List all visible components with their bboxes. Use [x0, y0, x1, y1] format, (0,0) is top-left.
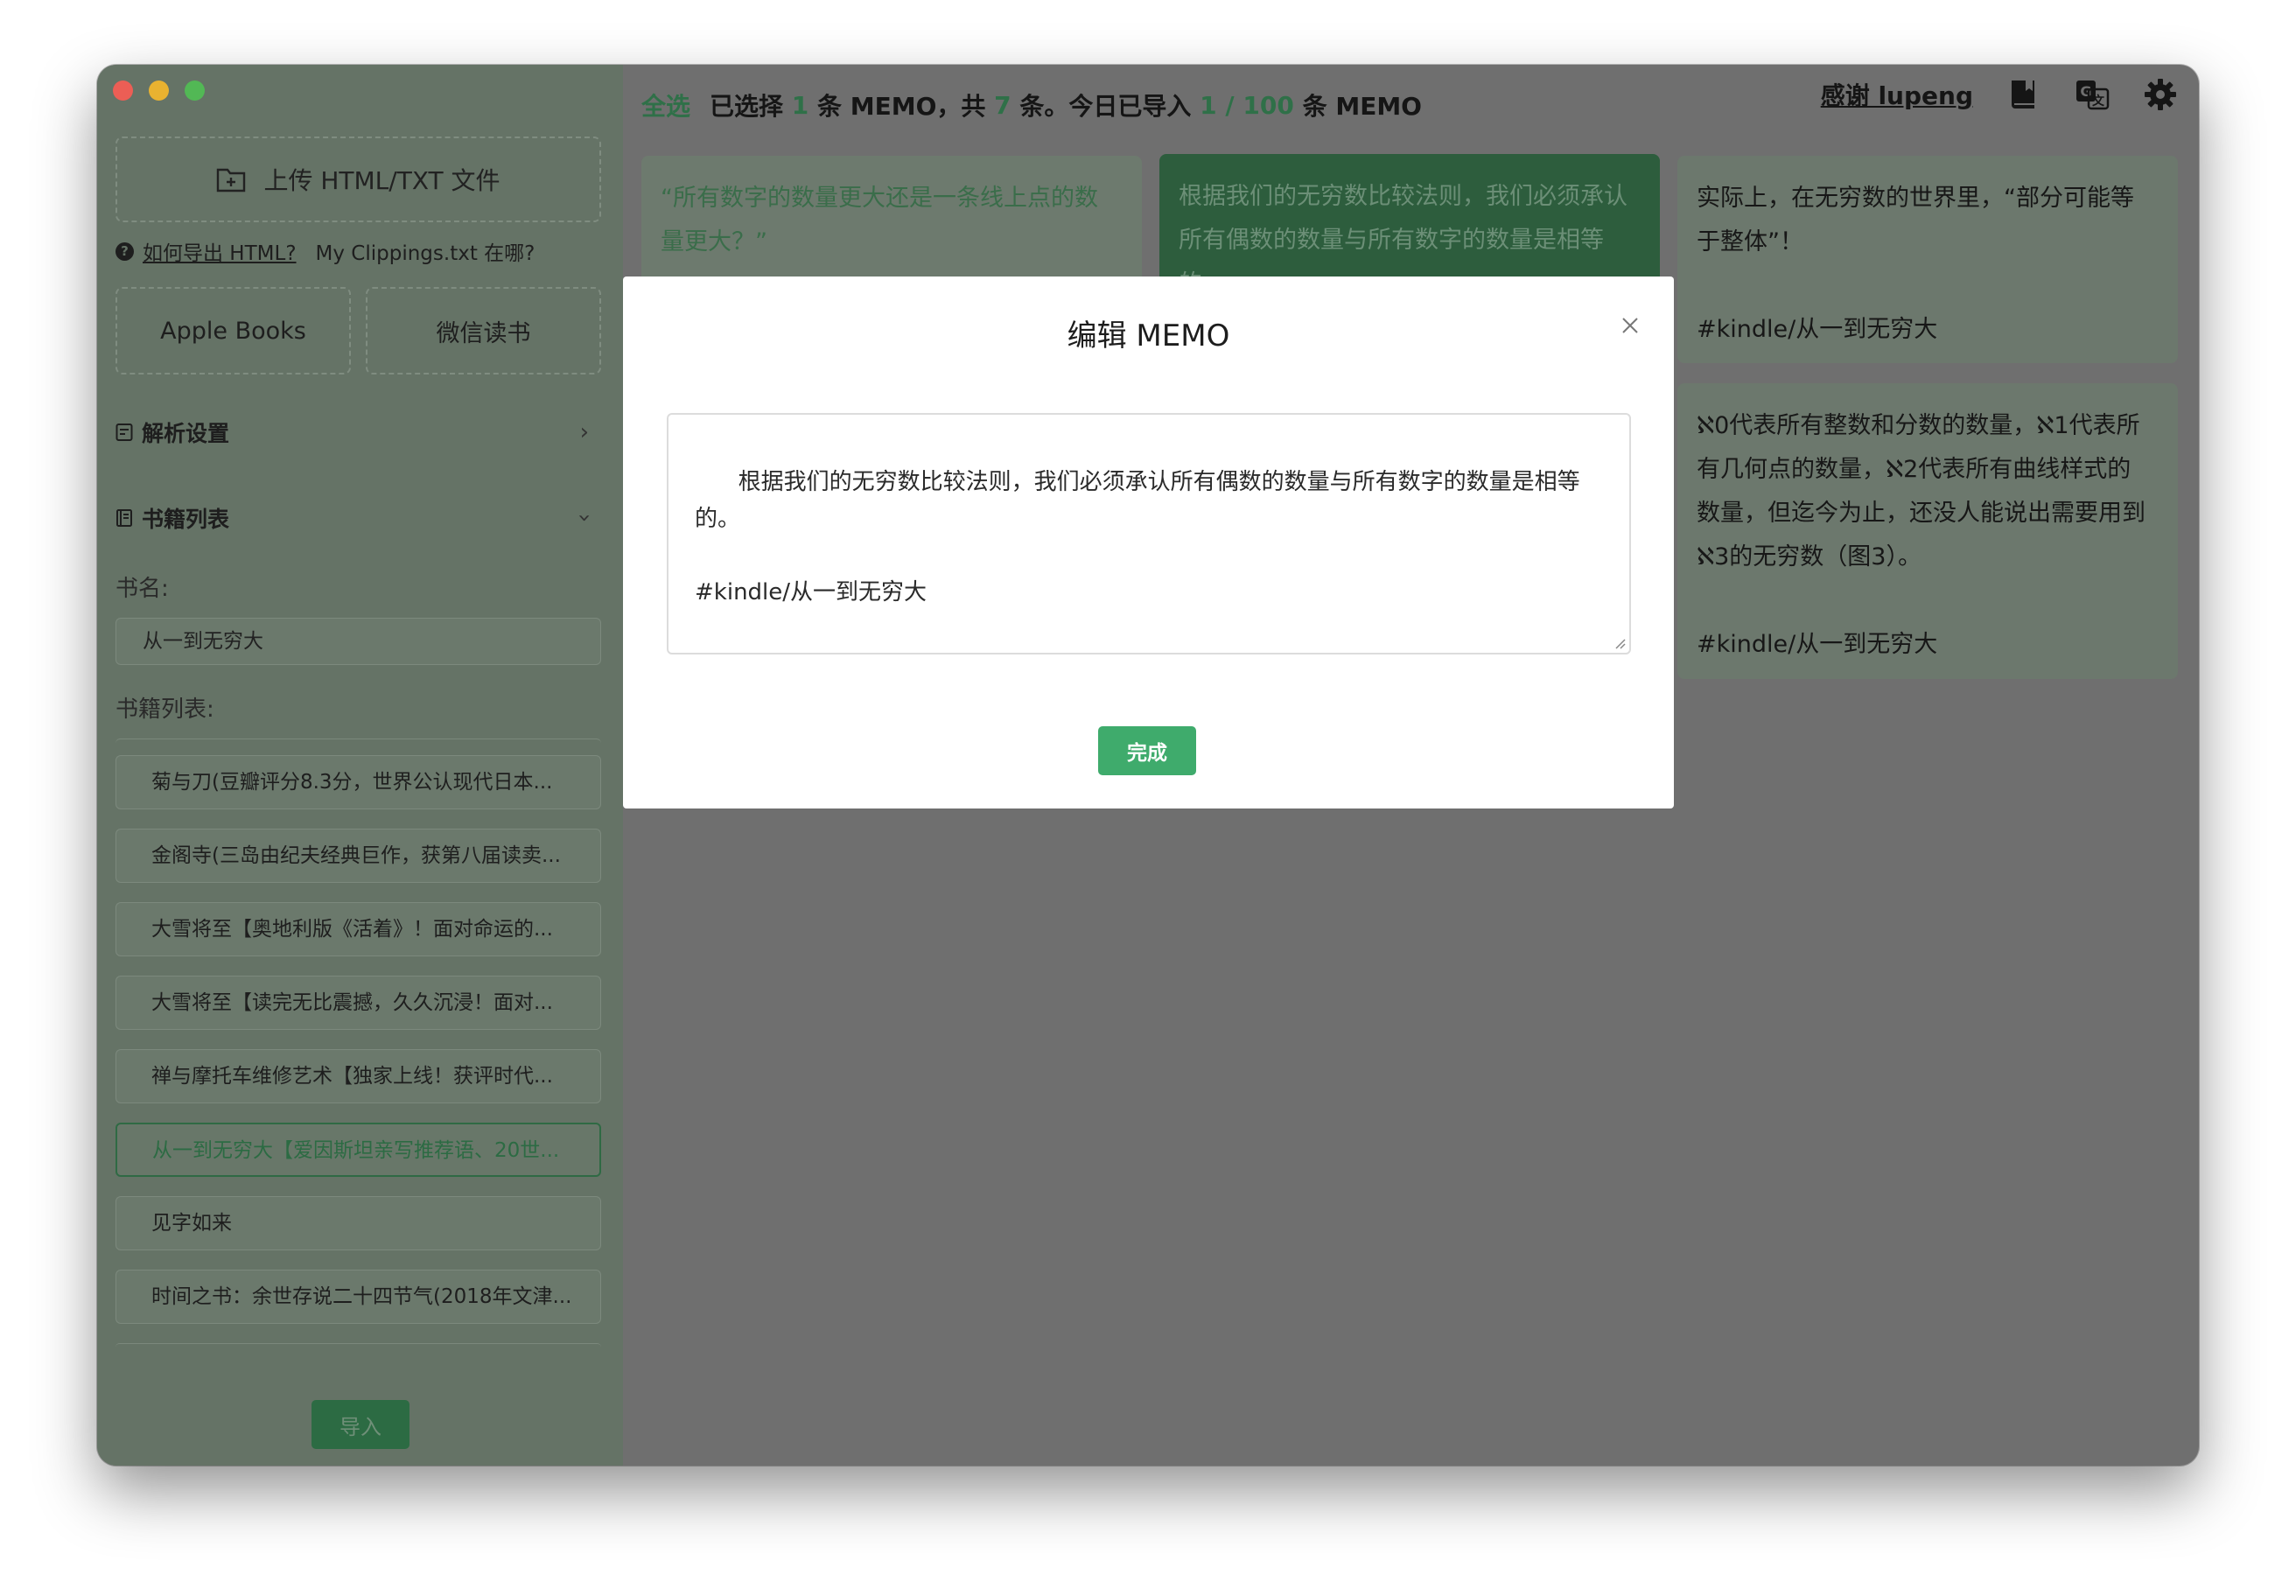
settings-panel-icon: [116, 424, 133, 441]
status-text: 条 MEMO: [1302, 92, 1422, 121]
close-window-button[interactable]: [113, 80, 133, 101]
imported-count: 1 / 100: [1200, 90, 1294, 120]
selected-count: 1: [791, 90, 809, 120]
memo-text-content: 根据我们的无穷数比较法则，我们必须承认所有偶数的数量与所有数字的数量是相等 的。…: [695, 469, 1580, 606]
book-item[interactable]: 大雪将至【奥地利版《活着》！面对命运的...: [116, 902, 601, 956]
minimize-window-button[interactable]: [149, 80, 169, 101]
chevron-down-icon: ›: [570, 513, 598, 523]
parse-settings-label: 解析设置: [142, 421, 230, 446]
memo-card[interactable]: ℵ0代表所有整数和分数的数量，ℵ1代表所 有几何点的数量，ℵ2代表所有曲线样式的…: [1677, 383, 2178, 679]
toolbar-right: 感谢 lupeng G 文: [1821, 77, 2178, 112]
list-scroll-edge: [116, 1343, 601, 1351]
book-icon[interactable]: [2006, 77, 2041, 112]
parse-settings-section[interactable]: 解析设置 ›: [116, 416, 601, 448]
app-window: 上传 HTML/TXT 文件 ? 如何导出 HTML? My Clippings…: [97, 65, 2199, 1466]
weread-button[interactable]: 微信读书: [366, 287, 601, 374]
selection-status-bar: 全选 已选择 1 条 MEMO，共 7 条。今日已导入 1 / 100 条 ME…: [641, 88, 1422, 122]
book-item[interactable]: 见字如来: [116, 1196, 601, 1250]
resize-handle-icon[interactable]: [1612, 635, 1626, 649]
sidebar: 上传 HTML/TXT 文件 ? 如何导出 HTML? My Clippings…: [97, 65, 623, 1466]
upload-folder-icon: [217, 168, 246, 192]
dialog-title: 编辑 MEMO: [1067, 318, 1230, 354]
clippings-help-link[interactable]: My Clippings.txt 在哪?: [316, 236, 536, 266]
status-text: 条。今日已导入: [1019, 92, 1192, 121]
zoom-window-button[interactable]: [185, 80, 205, 101]
edit-memo-dialog: 编辑 MEMO 根据我们的无穷数比较法则，我们必须承认所有偶数的数量与所有数字的…: [623, 276, 1674, 808]
book-name-input[interactable]: 从一到无穷大: [116, 618, 601, 665]
svg-text:文: 文: [2092, 94, 2105, 108]
book-list: 菊与刀(豆瓣评分8.3分，世界公认现代日本... 金阁寺(三岛由纪夫经典巨作，获…: [116, 738, 601, 1351]
svg-text:G: G: [2080, 83, 2091, 100]
export-html-help-link[interactable]: 如何导出 HTML?: [143, 236, 297, 266]
book-name-label: 书名:: [116, 576, 169, 602]
memo-textarea[interactable]: 根据我们的无穷数比较法则，我们必须承认所有偶数的数量与所有数字的数量是相等 的。…: [667, 413, 1631, 654]
status-text: 已选择: [710, 92, 784, 121]
thanks-link[interactable]: 感谢 lupeng: [1821, 77, 1973, 112]
upload-label: 上传 HTML/TXT 文件: [263, 166, 500, 195]
memo-card[interactable]: 实际上，在无穷数的世界里，“部分可能等 于整体”！ #kindle/从一到无穷大: [1677, 156, 2178, 363]
list-scroll-edge: [116, 738, 601, 748]
book-list-section-label: 书籍列表: [142, 507, 230, 532]
book-item[interactable]: 大雪将至【读完无比震撼，久久沉浸！面对...: [116, 976, 601, 1030]
window-controls: [113, 80, 205, 101]
book-list-icon: [116, 509, 132, 527]
total-count: 7: [994, 90, 1012, 120]
status-text: 条 MEMO，共: [817, 92, 986, 121]
help-icon: ?: [116, 242, 134, 261]
translate-icon[interactable]: G 文: [2075, 77, 2110, 112]
book-item[interactable]: 菊与刀(豆瓣评分8.3分，世界公认现代日本...: [116, 755, 601, 809]
help-row: ? 如何导出 HTML? My Clippings.txt 在哪?: [116, 236, 535, 266]
gear-icon[interactable]: [2143, 77, 2178, 112]
import-button[interactable]: 导入: [312, 1400, 410, 1449]
book-item[interactable]: 金阁寺(三岛由纪夫经典巨作，获第八届读卖...: [116, 829, 601, 883]
book-list-label: 书籍列表:: [116, 696, 214, 723]
book-item[interactable]: 时间之书：余世存说二十四节气(2018年文津...: [116, 1270, 601, 1324]
book-item[interactable]: 禅与摩托车维修艺术【独家上线！获评时代...: [116, 1049, 601, 1103]
chevron-right-icon: ›: [579, 419, 589, 445]
book-list-section[interactable]: 书籍列表 ›: [116, 502, 601, 534]
done-button[interactable]: 完成: [1098, 726, 1196, 775]
close-icon[interactable]: [1620, 315, 1641, 336]
select-all-button[interactable]: 全选: [641, 88, 690, 122]
apple-books-button[interactable]: Apple Books: [116, 287, 351, 374]
book-item-selected[interactable]: 从一到无穷大【爱因斯坦亲写推荐语、20世...: [116, 1123, 601, 1177]
upload-file-button[interactable]: 上传 HTML/TXT 文件: [116, 136, 601, 222]
